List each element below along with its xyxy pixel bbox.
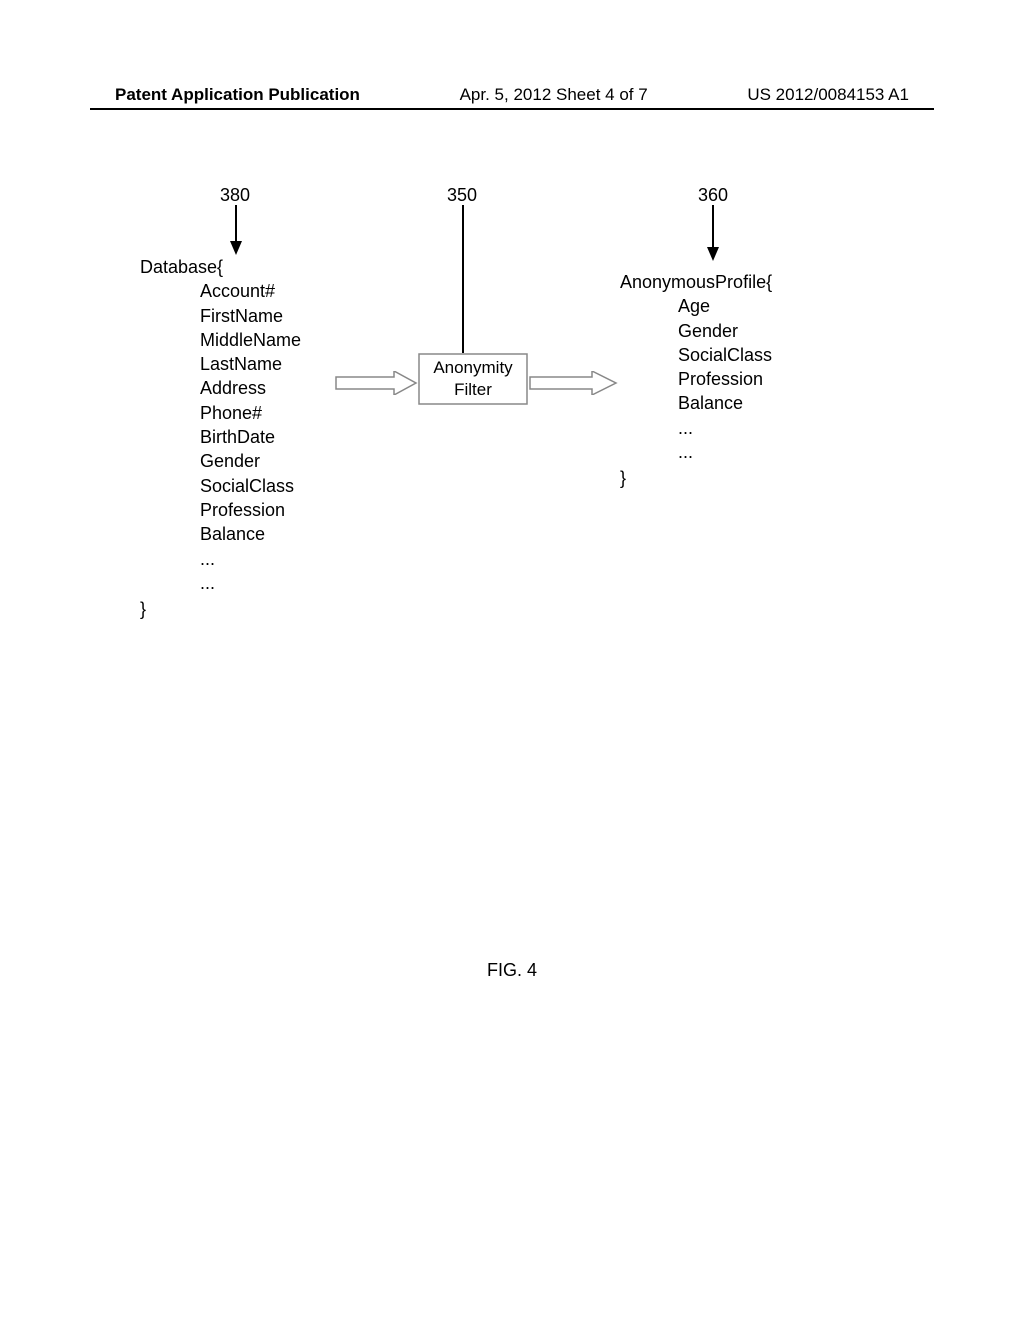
- arrow-380: [225, 205, 255, 260]
- arrow-db-to-filter: [334, 371, 418, 395]
- anon-field: Age: [678, 294, 772, 318]
- header-right: US 2012/0084153 A1: [747, 85, 909, 105]
- db-field: Account#: [200, 279, 301, 303]
- arrow-360: [706, 205, 736, 265]
- db-field: Phone#: [200, 401, 301, 425]
- database-title: Database{: [140, 255, 301, 279]
- database-block: Database{ Account# FirstName MiddleName …: [140, 255, 301, 621]
- db-field: LastName: [200, 352, 301, 376]
- anon-field: Profession: [678, 367, 772, 391]
- ref-360: 360: [698, 185, 728, 206]
- header-center: Apr. 5, 2012 Sheet 4 of 7: [460, 85, 648, 105]
- db-field: Profession: [200, 498, 301, 522]
- filter-label-line1: Anonymity: [418, 357, 528, 379]
- anonymous-profile-close-brace: }: [620, 466, 772, 490]
- database-close-brace: }: [140, 597, 301, 621]
- figure-caption: FIG. 4: [0, 960, 1024, 981]
- ref-350: 350: [447, 185, 477, 206]
- db-field: FirstName: [200, 304, 301, 328]
- db-field: ...: [200, 547, 301, 571]
- ref-380: 380: [220, 185, 250, 206]
- db-field: MiddleName: [200, 328, 301, 352]
- db-field: BirthDate: [200, 425, 301, 449]
- arrow-filter-to-anon: [528, 371, 618, 395]
- anon-field: Balance: [678, 391, 772, 415]
- db-field: Balance: [200, 522, 301, 546]
- anon-field: Gender: [678, 319, 772, 343]
- anonymous-profile-title: AnonymousProfile{: [620, 270, 772, 294]
- line-350: [459, 205, 479, 355]
- anon-field: ...: [678, 416, 772, 440]
- anon-field: SocialClass: [678, 343, 772, 367]
- anonymous-profile-block: AnonymousProfile{ Age Gender SocialClass…: [620, 270, 772, 491]
- anonymity-filter-box: Anonymity Filter: [418, 353, 528, 405]
- db-field: SocialClass: [200, 474, 301, 498]
- db-field: Address: [200, 376, 301, 400]
- header-divider: [90, 108, 934, 110]
- db-field: Gender: [200, 449, 301, 473]
- header-left: Patent Application Publication: [115, 85, 360, 105]
- anon-field: ...: [678, 440, 772, 464]
- filter-label-line2: Filter: [418, 379, 528, 401]
- db-field: ...: [200, 571, 301, 595]
